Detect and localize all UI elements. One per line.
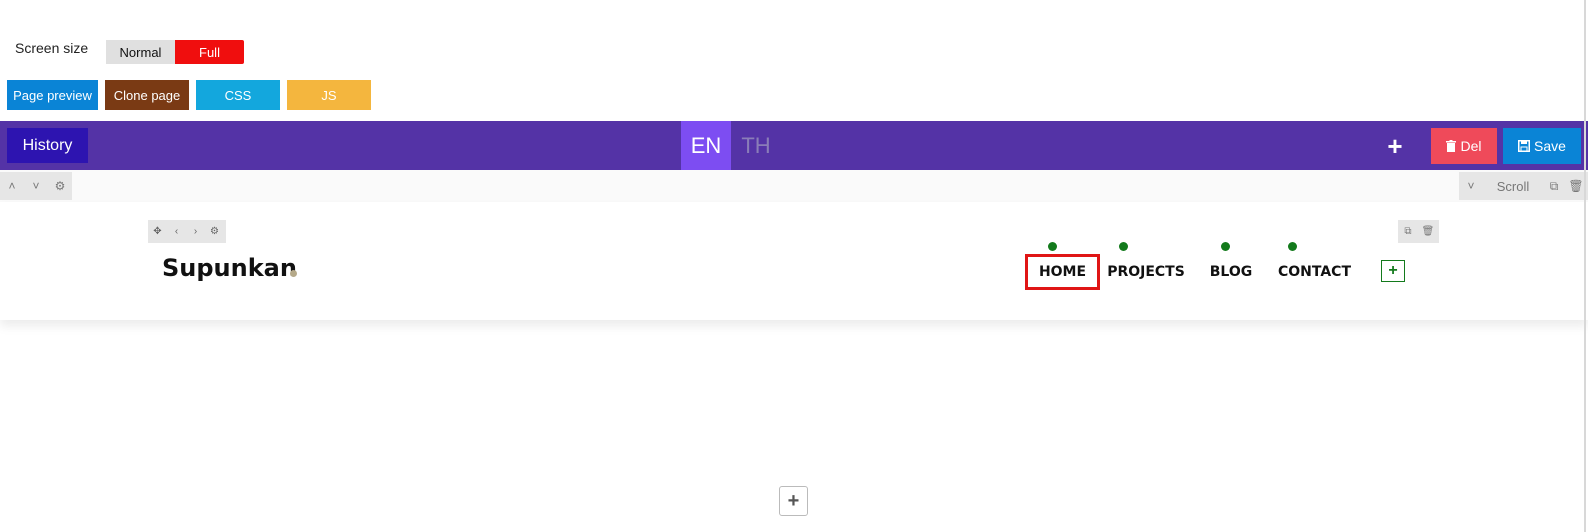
chevron-right-icon[interactable]: › xyxy=(186,226,205,237)
nav-handle-dot[interactable] xyxy=(1288,242,1297,251)
save-label: Save xyxy=(1534,138,1566,154)
section-controls-right: ˅ Scroll ⧉ 🗑 xyxy=(1459,172,1588,200)
delete-label: Del xyxy=(1460,138,1482,154)
nav-item-home[interactable]: HOME xyxy=(1025,254,1100,290)
add-section-button[interactable]: + xyxy=(779,486,808,516)
page-preview-button[interactable]: Page preview xyxy=(7,80,98,110)
delete-button[interactable]: Del xyxy=(1431,128,1497,164)
element-controls-right: ⧉ 🗑 xyxy=(1398,220,1439,243)
section-control-bar: ˄ ˅ ⚙ ˅ Scroll ⧉ 🗑 xyxy=(0,170,1588,202)
nav-item-blog[interactable]: BLOG xyxy=(1205,254,1257,290)
chevron-left-icon[interactable]: ‹ xyxy=(167,226,186,237)
gear-icon[interactable]: ⚙ xyxy=(48,179,72,193)
copy-icon[interactable]: ⧉ xyxy=(1398,226,1418,237)
add-nav-item-button[interactable]: + xyxy=(1381,260,1405,282)
section-controls-left: ˄ ˅ ⚙ xyxy=(0,172,72,200)
nav-item-projects[interactable]: PROJECTS xyxy=(1104,254,1188,290)
editor-toolbar: History EN TH + Del Save xyxy=(0,121,1588,170)
js-button[interactable]: JS xyxy=(287,80,371,110)
nav-item-contact[interactable]: CONTACT xyxy=(1272,254,1357,290)
move-icon[interactable]: ✥ xyxy=(148,226,167,237)
nav-handle-dot[interactable] xyxy=(1048,242,1057,251)
screen-size-full-button[interactable]: Full xyxy=(175,40,244,64)
nav-handle-dot[interactable] xyxy=(1119,242,1128,251)
css-button[interactable]: CSS xyxy=(196,80,280,110)
trash-icon[interactable]: 🗑 xyxy=(1418,226,1438,237)
history-button[interactable]: History xyxy=(7,128,88,163)
chevron-down-icon[interactable]: ˅ xyxy=(1459,179,1483,193)
clone-page-button[interactable]: Clone page xyxy=(105,80,189,110)
logo-dot xyxy=(290,270,297,277)
trash-icon xyxy=(1446,140,1457,152)
add-icon[interactable]: + xyxy=(1381,131,1409,161)
save-button[interactable]: Save xyxy=(1503,128,1581,164)
scroll-toggle[interactable]: Scroll xyxy=(1483,179,1543,194)
floppy-icon xyxy=(1518,140,1531,152)
language-th-tab[interactable]: TH xyxy=(731,121,781,170)
language-en-tab[interactable]: EN xyxy=(681,121,731,170)
scrollbar[interactable] xyxy=(1584,0,1586,532)
move-down-icon[interactable]: ˅ xyxy=(24,179,48,193)
site-logo[interactable]: Supunkan xyxy=(162,254,297,282)
element-controls: ✥ ‹ › ⚙ xyxy=(148,220,226,243)
move-up-icon[interactable]: ˄ xyxy=(0,179,24,193)
screen-size-normal-button[interactable]: Normal xyxy=(106,40,175,64)
copy-icon[interactable]: ⧉ xyxy=(1543,179,1565,194)
screen-size-label: Screen size xyxy=(15,40,89,56)
header-section: ✥ ‹ › ⚙ ⧉ 🗑 Supunkan HOME PROJECTS BLOG … xyxy=(0,202,1588,320)
gear-icon[interactable]: ⚙ xyxy=(205,226,224,237)
nav-handle-dot[interactable] xyxy=(1221,242,1230,251)
